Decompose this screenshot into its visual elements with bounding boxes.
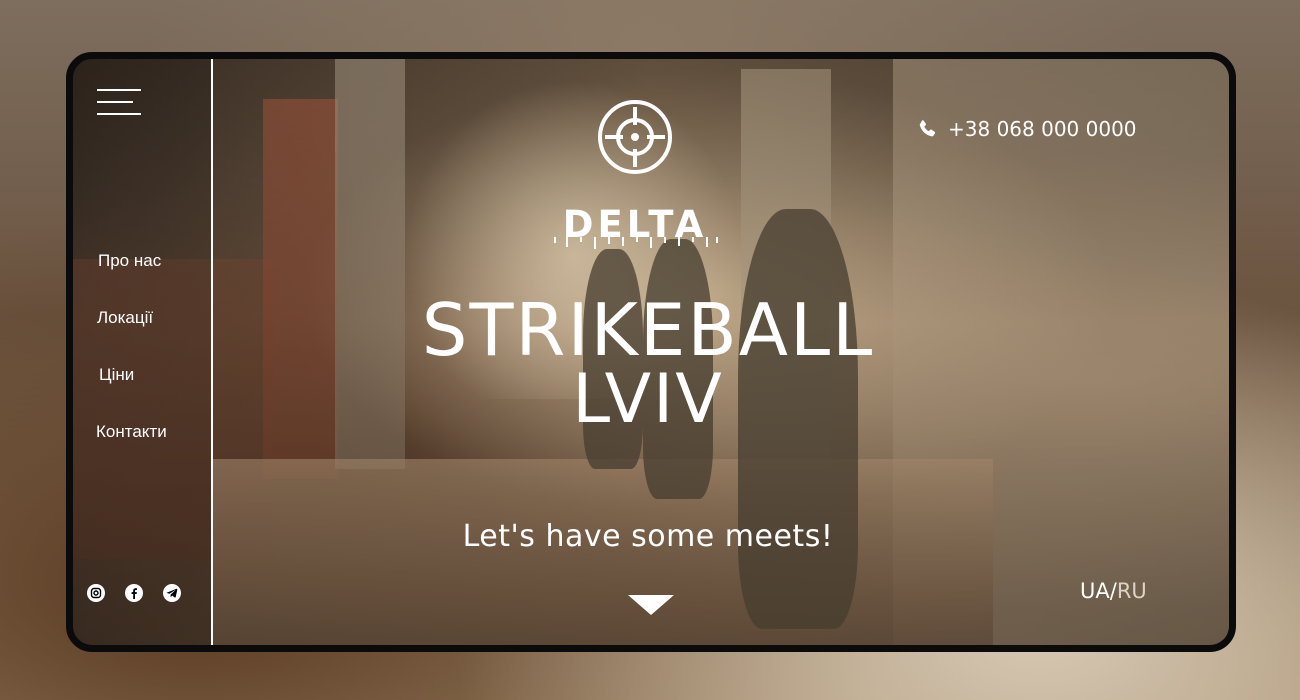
nav-menu: Про нас Локації Ціни Контакти [73, 249, 213, 477]
hero-title-line1: STRIKEBALL [421, 288, 875, 372]
lang-ua[interactable]: UA [1080, 579, 1110, 603]
lang-ru[interactable]: RU [1117, 579, 1147, 603]
hero-title-line2: LVIV [572, 360, 724, 439]
sidebar: Про нас Локації Ціни Контакти [73, 59, 213, 645]
facebook-icon[interactable] [125, 584, 143, 602]
crosshair-logo-icon [598, 100, 672, 174]
hero-tagline: Let's have some meets! [462, 519, 834, 554]
social-links [87, 584, 181, 602]
phone-link[interactable]: +38 068 000 0000 [918, 117, 1137, 141]
nav-item-contacts[interactable]: Контакти [73, 420, 213, 477]
page-frame: Про нас Локації Ціни Контакти DELTA STRI… [66, 52, 1236, 652]
lang-separator: / [1109, 579, 1117, 603]
hero-title: STRIKEBALL LVIV [323, 288, 973, 439]
brand-drips-decoration [554, 237, 718, 249]
scroll-down-arrow-icon[interactable] [628, 595, 674, 615]
telegram-icon[interactable] [163, 584, 181, 602]
menu-icon[interactable] [97, 89, 141, 117]
phone-icon [919, 120, 936, 137]
instagram-icon[interactable] [87, 584, 105, 602]
language-switcher: UA/RU [1080, 579, 1147, 603]
nav-item-prices[interactable]: Ціни [73, 363, 213, 420]
nav-item-about[interactable]: Про нас [73, 249, 213, 306]
phone-number: +38 068 000 0000 [948, 117, 1137, 141]
nav-item-locations[interactable]: Локації [73, 306, 213, 363]
